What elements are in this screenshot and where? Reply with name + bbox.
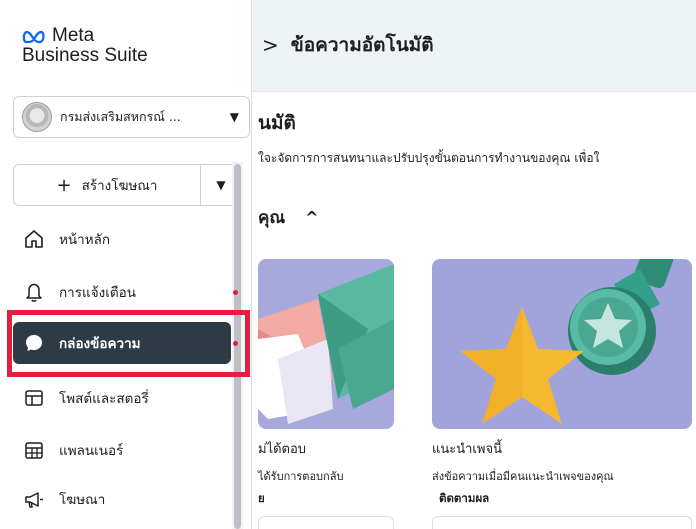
- calendar-icon: [25, 442, 43, 459]
- megaphone-icon: [25, 492, 43, 508]
- chevron-down-icon: ▼: [229, 110, 239, 124]
- sidebar-item-ads[interactable]: โฆษณา: [13, 478, 231, 520]
- highlight-box: [7, 310, 250, 377]
- chevron-down-icon: ▼: [216, 178, 226, 192]
- card-badge-recommend: ติดตามผล: [439, 491, 490, 505]
- sidebar-item-label: การแจ้งเตือน: [59, 285, 136, 301]
- card-title-recommend: แนะนำเพจนี้: [432, 442, 502, 457]
- card-footer-no-reply: [258, 516, 394, 529]
- bell-icon: [26, 283, 42, 302]
- card-subtitle-recommend: ส่งข้อความเมื่อมีคนแนะนำเพจของคุณ: [432, 470, 614, 483]
- create-ad-button[interactable]: + สร้างโฆษณา: [14, 165, 201, 205]
- logo-line1: Meta: [52, 25, 95, 46]
- envelope-illustration: [258, 264, 394, 424]
- card-title-no-reply: ม่ได้ตอบ: [258, 442, 307, 457]
- card-subtitle-no-reply: ได้รับการตอบกลับ: [258, 470, 344, 483]
- create-ad-group: + สร้างโฆษณา ▼: [13, 164, 242, 206]
- page-title: นมัติ: [258, 112, 296, 134]
- logo-line2: Business Suite: [22, 45, 148, 66]
- logo-text: Meta Business Suite: [22, 25, 148, 66]
- page-description: ใจะจัดการการสนทนาและปรับปรุงขั้นตอนการทำ…: [258, 151, 600, 165]
- account-switcher[interactable]: กรมส่งเสริมสหกรณ์ ... ▼: [13, 96, 250, 138]
- sidebar-item-home[interactable]: หน้าหลัก: [13, 218, 231, 260]
- avatar: [22, 102, 52, 132]
- section-header[interactable]: คุณ ^: [258, 204, 319, 231]
- sidebar-item-label: แพลนเนอร์: [59, 443, 124, 459]
- sidebar-item-label: หน้าหลัก: [59, 232, 111, 248]
- meta-business-suite-logo[interactable]: Meta Business Suite: [22, 26, 148, 66]
- home-icon: [25, 230, 43, 248]
- collapse-caret-icon[interactable]: ^: [305, 208, 318, 227]
- sidebar-item-label: โฆษณา: [59, 492, 106, 508]
- account-name: กรมส่งเสริมสหกรณ์ ...: [60, 109, 181, 124]
- breadcrumb-separator: >: [262, 33, 279, 57]
- star-stamp-illustration: [460, 259, 674, 424]
- meta-infinity-icon: [22, 30, 45, 44]
- notification-dot: [233, 290, 238, 295]
- posts-icon: [25, 390, 43, 406]
- card-image-recommend[interactable]: [432, 259, 692, 429]
- plus-icon: +: [56, 174, 72, 196]
- sidebar-item-notifications[interactable]: การแจ้งเตือน: [13, 271, 231, 313]
- breadcrumb-title: ข้อความอัตโนมัติ: [290, 34, 434, 56]
- sidebar-item-planner[interactable]: แพลนเนอร์: [13, 429, 231, 471]
- sidebar-item-posts-stories[interactable]: โพสต์และสตอรี่: [13, 377, 231, 419]
- sidebar: Meta Business Suite กรมส่งเสริมสหกรณ์ ..…: [0, 0, 252, 529]
- sidebar-item-label: โพสต์และสตอรี่: [59, 391, 149, 407]
- create-ad-label: สร้างโฆษณา: [81, 178, 158, 194]
- card-image-no-reply[interactable]: [258, 259, 394, 429]
- card-footer-recommend: [432, 516, 692, 529]
- section-title: คุณ: [258, 208, 286, 228]
- card-badge-no-reply: ย: [258, 491, 265, 505]
- breadcrumb: > ข้อความอัตโนมัติ: [262, 30, 434, 60]
